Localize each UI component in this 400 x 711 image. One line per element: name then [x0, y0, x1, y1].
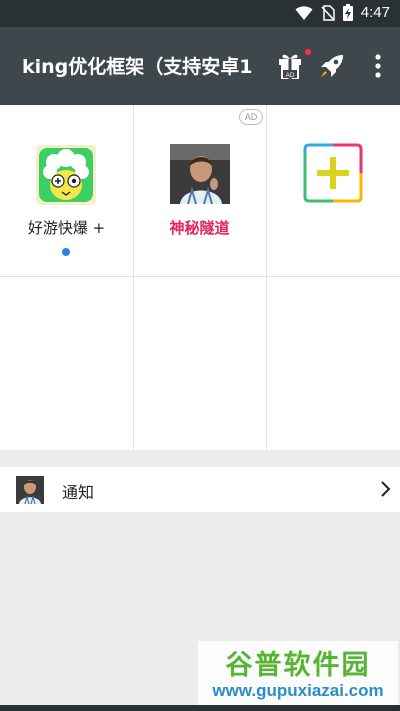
- grid-item-tunnel[interactable]: 神秘隧道: [133, 105, 266, 276]
- battery-charging-icon: [342, 4, 353, 21]
- empty-grid-cell: [0, 277, 133, 450]
- more-vert-icon: [375, 54, 381, 78]
- watermark: 谷普软件园 www.gupuxiazai.com: [198, 641, 398, 705]
- navigation-bar-edge: [0, 705, 400, 711]
- avatar: [16, 476, 44, 505]
- haoyou-app-icon: [36, 145, 96, 205]
- add-plus-icon: [303, 143, 363, 203]
- notification-row[interactable]: 通知: [0, 467, 400, 512]
- watermark-title: 谷普软件园: [225, 650, 371, 681]
- grid-item-add[interactable]: [266, 105, 400, 276]
- overflow-menu-button[interactable]: [366, 51, 390, 81]
- rocket-icon: [321, 55, 343, 77]
- new-indicator-dot: [62, 248, 70, 256]
- empty-grid-cell: [134, 277, 266, 450]
- status-icons: 4:47: [295, 4, 390, 21]
- notification-label: 通知: [62, 483, 95, 502]
- app-bar: king优化框架（支持安卓1 AD: [0, 27, 400, 105]
- gift-icon: AD: [279, 54, 301, 79]
- grid-item-label: 好游快爆 +: [27, 219, 106, 237]
- grid-item-haoyou[interactable]: 好游快爆 +: [0, 105, 133, 276]
- status-bar: 4:47: [0, 0, 400, 27]
- portrait-app-icon: [170, 144, 230, 205]
- wifi-icon: [295, 5, 313, 20]
- app-title: king优化框架（支持安卓1: [22, 56, 253, 78]
- notification-dot: [305, 49, 311, 55]
- status-time: 4:47: [360, 4, 390, 21]
- chevron-right-icon: [380, 480, 392, 498]
- svg-text:AD: AD: [285, 72, 294, 79]
- empty-grid-cell: [267, 277, 400, 450]
- shortcut-grid: AD 好游快爆 + 神秘隧道: [0, 105, 400, 450]
- rocket-button[interactable]: [318, 52, 346, 80]
- grid-item-label: 神秘隧道: [169, 219, 230, 237]
- watermark-url: www.gupuxiazai.com: [212, 681, 384, 700]
- gift-ad-button[interactable]: AD: [276, 51, 304, 81]
- no-sim-icon: [321, 4, 335, 21]
